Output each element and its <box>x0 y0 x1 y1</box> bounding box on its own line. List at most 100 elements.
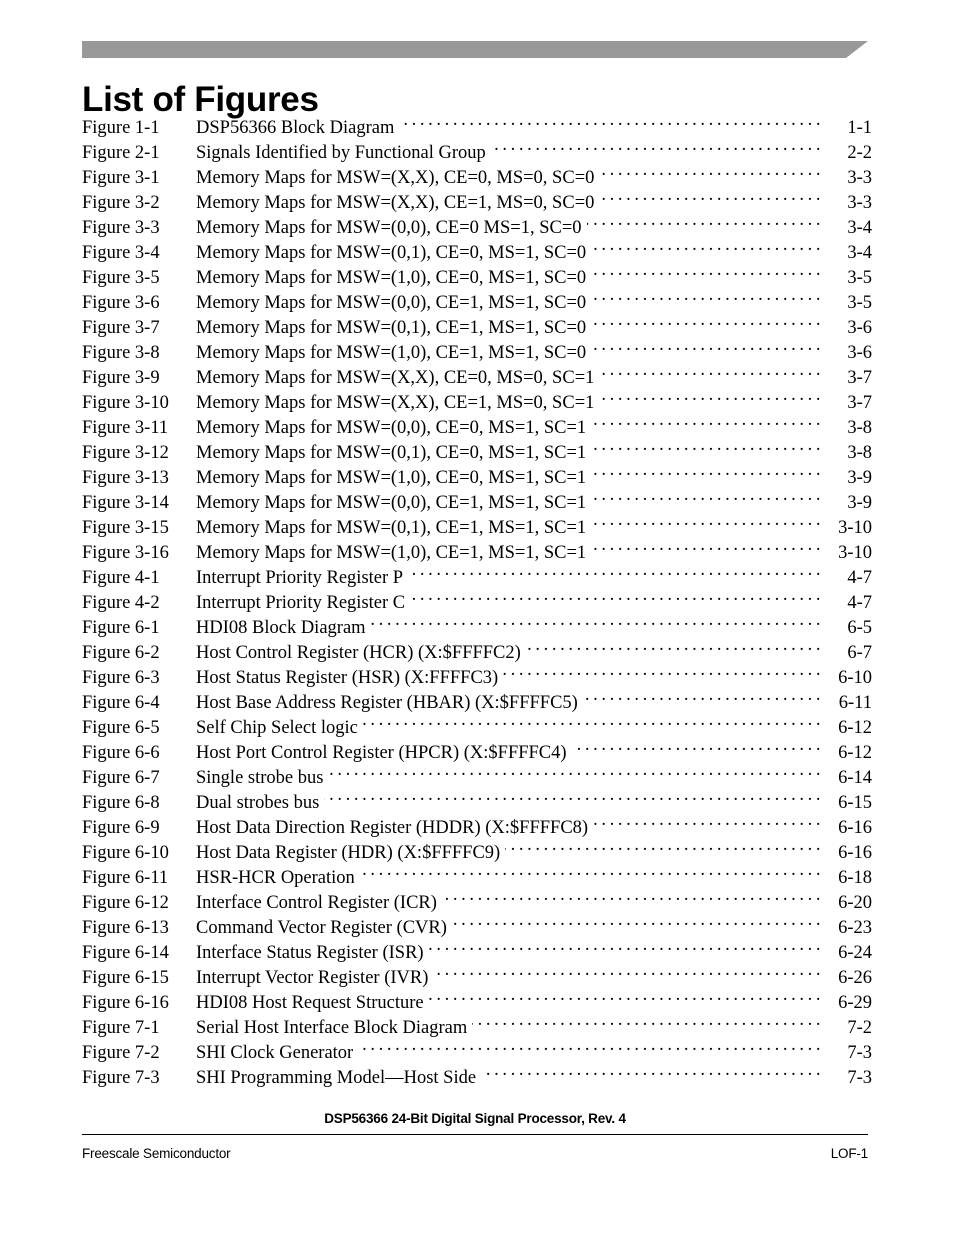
figure-entry-title: Memory Maps for MSW=(X,X), CE=1, MS=0, S… <box>196 393 595 413</box>
figure-entry-label: Figure 7-3 <box>82 1068 160 1088</box>
header-accent-bar <box>82 41 868 58</box>
figure-entry-title: Memory Maps for MSW=(0,0), CE=0 MS=1, SC… <box>196 218 582 238</box>
figure-entry-label: Figure 6-6 <box>82 743 160 763</box>
figure-entry-dot-leader <box>591 508 820 533</box>
figure-entry-dot-leader <box>591 233 820 258</box>
figure-entry-dot-leader <box>591 433 820 458</box>
figure-entry-dot-leader <box>591 258 820 283</box>
figure-entry-dot-leader <box>593 808 820 833</box>
figure-entry-dot-leader <box>429 983 820 1008</box>
figure-entry-page-number: 3-9 <box>847 468 872 488</box>
figure-entry-title: HDI08 Block Diagram <box>196 618 366 638</box>
figure-entry-dot-leader <box>452 908 820 933</box>
figure-entry-title: Interrupt Vector Register (IVR) <box>196 968 429 988</box>
figure-entry-dot-leader <box>599 158 820 183</box>
figure-entry-label: Figure 6-3 <box>82 668 160 688</box>
figure-entry-label: Figure 6-14 <box>82 943 169 963</box>
figure-entry-page-number: 3-6 <box>847 343 872 363</box>
figure-entry-page-number: 4-7 <box>847 593 872 613</box>
figure-entry-page-number: 7-3 <box>847 1043 872 1063</box>
figure-entry-title: Interrupt Priority Register P <box>196 568 404 588</box>
figure-entry-page-number: 3-3 <box>847 168 872 188</box>
figure-entry-page-number: 3-8 <box>847 443 872 463</box>
figure-entry-page-number: 6-10 <box>838 668 872 688</box>
figure-entry-label: Figure 6-4 <box>82 693 160 713</box>
figure-entry-label: Figure 3-2 <box>82 193 160 213</box>
figure-entry-dot-leader <box>591 458 820 483</box>
figure-entry-dot-leader <box>591 333 820 358</box>
figure-entry-page-number: 6-29 <box>838 993 872 1013</box>
figure-entry-title: Host Control Register (HCR) (X:$FFFFC2) <box>196 643 521 663</box>
figure-entry-label: Figure 2-1 <box>82 143 160 163</box>
figure-entry-title: Single strobe bus <box>196 768 324 788</box>
figure-entry-title: Memory Maps for MSW=(0,0), CE=0, MS=1, S… <box>196 418 587 438</box>
figure-entry-dot-leader <box>472 1008 820 1033</box>
figure-entry-dot-leader <box>503 658 820 683</box>
figure-entry-label: Figure 3-5 <box>82 268 160 288</box>
figure-entry-dot-leader <box>433 958 820 983</box>
figure-entry-label: Figure 7-1 <box>82 1018 160 1038</box>
figure-entry-title: Memory Maps for MSW=(X,X), CE=0, MS=0, S… <box>196 368 595 388</box>
figure-entry-dot-leader <box>328 758 820 783</box>
figure-entry-title: Interface Control Register (ICR) <box>196 893 437 913</box>
figure-entry-title: SHI Clock Generator <box>196 1043 354 1063</box>
figure-entry-label: Figure 3-9 <box>82 368 160 388</box>
figure-entry-label: Figure 6-10 <box>82 843 169 863</box>
figure-entry-label: Figure 6-16 <box>82 993 169 1013</box>
footer-divider <box>82 1134 868 1135</box>
footer-document-title: DSP56366 24-Bit Digital Signal Processor… <box>324 1111 626 1126</box>
figure-entry-page-number: 3-5 <box>847 293 872 313</box>
figure-entry-dot-leader <box>371 608 820 633</box>
figure-entry-title: DSP56366 Block Diagram <box>196 118 395 138</box>
figure-entry-title: Command Vector Register (CVR) <box>196 918 447 938</box>
figure-entry-dot-leader <box>491 133 820 158</box>
figure-entry-label: Figure 3-4 <box>82 243 160 263</box>
figure-entry-title: Memory Maps for MSW=(0,1), CE=1, MS=1, S… <box>196 318 587 338</box>
figure-entry-page-number: 7-3 <box>847 1068 872 1088</box>
figure-entry-page-number: 3-9 <box>847 493 872 513</box>
figure-entry-dot-leader <box>363 708 820 733</box>
figure-entry-title: Host Status Register (HSR) (X:FFFFC3) <box>196 668 499 688</box>
figure-entry-title: Memory Maps for MSW=(1,0), CE=0, MS=1, S… <box>196 268 587 288</box>
figure-entry-label: Figure 3-1 <box>82 168 160 188</box>
figure-entry-dot-leader <box>526 633 820 658</box>
figure-entry-label: Figure 6-7 <box>82 768 160 788</box>
figure-entry-title: Memory Maps for MSW=(X,X), CE=1, MS=0, S… <box>196 193 595 213</box>
figure-entry-label: Figure 3-7 <box>82 318 160 338</box>
figure-entry-title: Memory Maps for MSW=(X,X), CE=0, MS=0, S… <box>196 168 595 188</box>
figure-entry-page-number: 3-3 <box>847 193 872 213</box>
figure-entry-label: Figure 6-8 <box>82 793 160 813</box>
figure-entry-title: Signals Identified by Functional Group <box>196 143 486 163</box>
figure-entry-dot-leader <box>583 683 820 708</box>
figure-entry-label: Figure 3-13 <box>82 468 169 488</box>
figure-entry-page-number: 6-14 <box>838 768 872 788</box>
figure-entry-page-number: 6-7 <box>847 643 872 663</box>
figure-entry-dot-leader <box>324 783 820 808</box>
figure-entry-label: Figure 3-6 <box>82 293 160 313</box>
figure-entry-page-number: 6-16 <box>838 843 872 863</box>
figure-entry-label: Figure 6-1 <box>82 618 160 638</box>
figure-entry-row[interactable]: Figure 1-1 DSP56366 Block Diagram 1-1 <box>82 108 872 138</box>
figure-entry-label: Figure 6-2 <box>82 643 160 663</box>
figure-entry-label: Figure 6-15 <box>82 968 169 988</box>
figure-entry-title: Memory Maps for MSW=(0,1), CE=1, MS=1, S… <box>196 518 587 538</box>
figure-entry-label: Figure 6-13 <box>82 918 169 938</box>
figure-entry-title: Memory Maps for MSW=(0,1), CE=0, MS=1, S… <box>196 243 587 263</box>
figure-entry-dot-leader <box>591 283 820 308</box>
figure-entry-page-number: 3-4 <box>847 243 872 263</box>
figure-entry-page-number: 6-26 <box>838 968 872 988</box>
figure-entry-label: Figure 3-14 <box>82 493 169 513</box>
figure-entry-label: Figure 7-2 <box>82 1043 160 1063</box>
page-footer: DSP56366 24-Bit Digital Signal Processor… <box>82 1110 868 1163</box>
figure-entry-page-number: 3-8 <box>847 418 872 438</box>
figure-entry-page-number: 3-6 <box>847 318 872 338</box>
figure-entry-title: Self Chip Select logic <box>196 718 358 738</box>
figure-entry-dot-leader <box>429 933 820 958</box>
figure-entry-dot-leader <box>591 483 820 508</box>
figure-entry-dot-leader <box>408 558 820 583</box>
figure-entry-page-number: 6-16 <box>838 818 872 838</box>
figure-entry-page-number: 6-11 <box>838 693 872 713</box>
figure-entry-title: HDI08 Host Request Structure <box>196 993 424 1013</box>
figure-entry-dot-leader <box>591 308 820 333</box>
figure-entry-label: Figure 3-15 <box>82 518 169 538</box>
